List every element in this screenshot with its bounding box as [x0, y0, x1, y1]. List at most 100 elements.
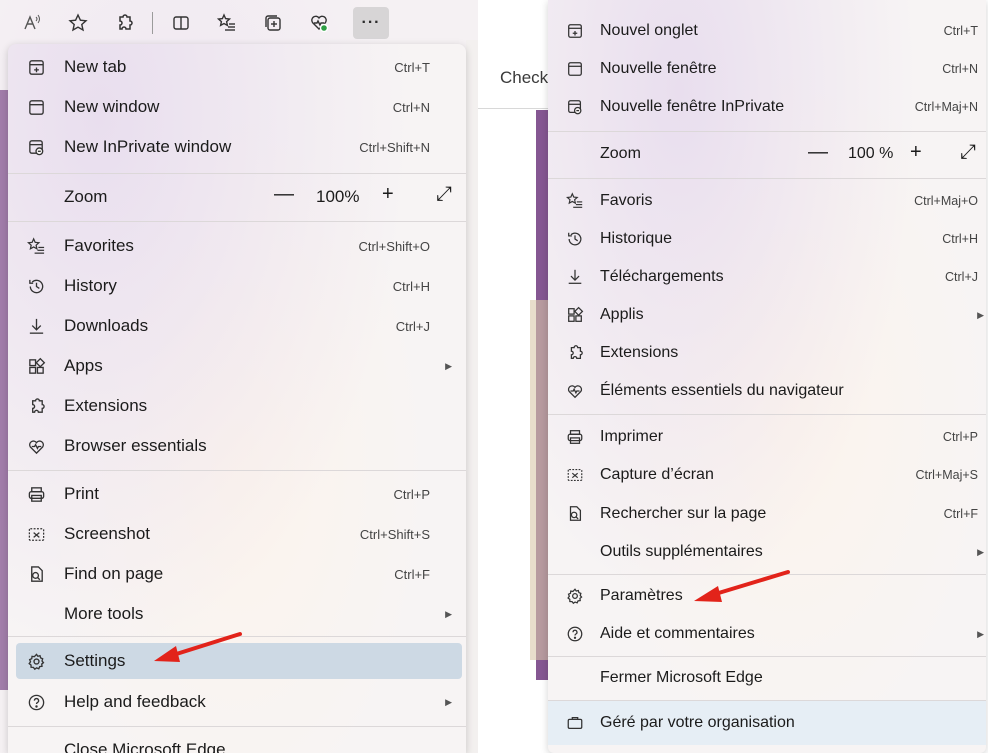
briefcase-icon	[566, 714, 584, 732]
menu-item-label: Géré par votre organisation	[600, 714, 795, 731]
menu-separator	[548, 656, 986, 657]
menu-item-label: Favoris	[600, 192, 653, 209]
menu-item-close-microsoft-edge[interactable]: Close Microsoft Edge	[16, 732, 462, 753]
menu-item-fermer-microsoft-edge[interactable]: Fermer Microsoft Edge	[552, 660, 982, 696]
chevron-right-icon: ▶	[445, 360, 452, 371]
menu-item-label: Favorites	[64, 236, 134, 255]
chevron-right-icon: ▶	[977, 309, 984, 320]
browser-essentials-icon	[26, 436, 46, 456]
menu-item-nouvelle-fenetre-inprivate[interactable]: Nouvelle fenêtre InPrivate Ctrl+Maj+N	[552, 89, 982, 125]
print-icon	[26, 484, 46, 504]
page-divider	[478, 108, 548, 109]
shortcut: Ctrl+F	[943, 507, 978, 521]
menu-item-print[interactable]: Print Ctrl+P	[16, 476, 462, 512]
menu-separator	[8, 173, 466, 174]
menu-separator	[8, 221, 466, 222]
menu-item-applis[interactable]: Applis ▶	[552, 297, 984, 333]
shortcut: Ctrl+Maj+S	[915, 468, 978, 482]
zoom-out-button[interactable]: —	[274, 183, 294, 206]
zoom-label: Zoom	[600, 145, 641, 162]
page-content-strip	[0, 90, 8, 690]
favorite-star-icon[interactable]	[60, 7, 96, 39]
menu-item-apps[interactable]: Apps ▶	[16, 348, 462, 384]
shortcut: Ctrl+Shift+N	[359, 139, 430, 155]
menu-item-downloads[interactable]: Downloads Ctrl+J	[16, 308, 462, 344]
menu-separator	[8, 470, 466, 471]
shortcut: Ctrl+J	[395, 318, 430, 334]
menu-item-rechercher-sur-la-page[interactable]: Rechercher sur la page Ctrl+F	[552, 496, 982, 532]
more-icon[interactable]: ···	[353, 7, 389, 39]
menu-item-new-inprivate-window[interactable]: New InPrivate window Ctrl+Shift+N	[16, 129, 462, 165]
menu-item-find-on-page[interactable]: Find on page Ctrl+F	[16, 556, 462, 592]
download-icon	[26, 316, 46, 336]
shortcut: Ctrl+N	[392, 99, 430, 115]
fullscreen-icon[interactable]: ⤢	[960, 141, 976, 164]
collections-icon[interactable]	[255, 7, 291, 39]
history-icon	[26, 276, 46, 296]
menu-item-label: More tools	[64, 604, 144, 623]
menu-item-more-tools[interactable]: More tools ▶	[16, 596, 462, 632]
extensions-icon	[566, 344, 584, 362]
shortcut: Ctrl+Shift+O	[358, 238, 430, 254]
menu-item-label: Fermer Microsoft Edge	[600, 669, 763, 686]
zoom-in-button[interactable]: +	[382, 183, 394, 206]
fullscreen-icon[interactable]: ⤢	[436, 183, 452, 206]
menu-item-label: Close Microsoft Edge	[64, 740, 226, 753]
menu-item-zoom: Zoom — 100 % + ⤢	[552, 136, 982, 172]
menu-item-capture-d-ecran[interactable]: Capture d’écran Ctrl+Maj+S	[552, 457, 982, 493]
menu-item-extensions[interactable]: Extensions	[16, 388, 462, 424]
shortcut: Ctrl+H	[392, 278, 430, 294]
menu-item-gere-par-votre-organisation[interactable]: Géré par votre organisation	[548, 701, 986, 745]
extensions-icon[interactable]	[106, 7, 142, 39]
favorites-list-icon[interactable]	[209, 7, 245, 39]
menu-item-label: New window	[64, 97, 160, 116]
menu-item-label: Capture d’écran	[600, 466, 714, 483]
find-on-page-icon	[566, 505, 584, 523]
menu-item-label: Nouvel onglet	[600, 22, 698, 39]
chevron-right-icon: ▶	[977, 546, 984, 557]
shortcut: Ctrl+P	[393, 486, 430, 502]
find-on-page-icon	[26, 564, 46, 584]
menu-separator	[548, 131, 986, 132]
menu-item-favoris[interactable]: Favoris Ctrl+Maj+O	[552, 183, 982, 219]
zoom-out-button[interactable]: —	[808, 141, 828, 164]
zoom-in-button[interactable]: +	[910, 141, 922, 164]
history-icon	[566, 230, 584, 248]
menu-item-new-window[interactable]: New window Ctrl+N	[16, 89, 462, 125]
menu-item-favorites[interactable]: Favorites Ctrl+Shift+O	[16, 228, 462, 264]
menu-item-screenshot[interactable]: Screenshot Ctrl+Shift+S	[16, 516, 462, 552]
menu-item-label: Print	[64, 484, 99, 503]
menu-item-elements-essentiels[interactable]: Éléments essentiels du navigateur	[552, 373, 982, 409]
menu-item-outils-supplementaires[interactable]: Outils supplémentaires ▶	[552, 534, 984, 570]
menu-item-nouvel-onglet[interactable]: Nouvel onglet Ctrl+T	[552, 13, 982, 49]
red-arrow-icon	[154, 632, 242, 662]
menu-item-label: Applis	[600, 306, 644, 323]
menu-item-browser-essentials[interactable]: Browser essentials	[16, 428, 462, 464]
favorites-icon	[566, 192, 584, 210]
menu-item-new-tab[interactable]: New tab Ctrl+T	[16, 49, 462, 85]
new-tab-icon	[26, 57, 46, 77]
menu-item-historique[interactable]: Historique Ctrl+H	[552, 221, 982, 257]
browser-toolbar: ···	[14, 4, 470, 42]
menu-item-nouvelle-fenetre[interactable]: Nouvelle fenêtre Ctrl+N	[552, 51, 982, 87]
menu-item-history[interactable]: History Ctrl+H	[16, 268, 462, 304]
menu-item-aide-et-commentaires[interactable]: Aide et commentaires ▶	[552, 616, 984, 652]
browser-essentials-icon[interactable]	[301, 7, 337, 39]
menu-item-label: Nouvelle fenêtre	[600, 60, 717, 77]
menu-item-help-and-feedback[interactable]: Help and feedback ▶	[16, 684, 462, 720]
shortcut: Ctrl+Shift+S	[359, 526, 430, 542]
print-icon	[566, 428, 584, 446]
menu-item-label: Screenshot	[64, 524, 150, 543]
read-aloud-icon[interactable]	[14, 7, 50, 39]
menu-item-extensions[interactable]: Extensions	[552, 335, 982, 371]
menu-item-label: Apps	[64, 356, 103, 375]
menu-separator	[8, 726, 466, 727]
menu-item-telechargements[interactable]: Téléchargements Ctrl+J	[552, 259, 982, 295]
shortcut: Ctrl+T	[943, 24, 978, 38]
menu-item-label: Historique	[600, 230, 673, 247]
split-screen-icon[interactable]	[163, 7, 199, 39]
menu-item-label: Rechercher sur la page	[600, 505, 767, 522]
screenshot-icon	[566, 466, 584, 484]
page-image-strip	[530, 300, 550, 660]
menu-item-imprimer[interactable]: Imprimer Ctrl+P	[552, 419, 982, 455]
